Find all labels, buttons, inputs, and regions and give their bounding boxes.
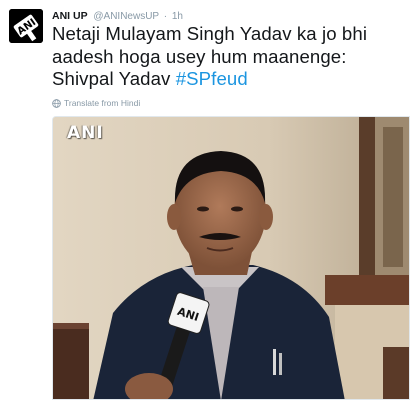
author-name[interactable]: ANI UP	[52, 10, 88, 22]
tweet-text-line: Shivpal Yadav #SPfeud	[52, 68, 402, 91]
ani-logo-icon: ANI	[9, 9, 43, 43]
media-watermark: ANI	[67, 123, 104, 143]
timestamp[interactable]: 1h	[172, 11, 183, 22]
tweet-media-image[interactable]: ANI ANI	[52, 116, 410, 400]
translate-label: Translate from Hindi	[64, 98, 141, 108]
tweet-text-line: Netaji Mulayam Singh Yadav ka jo bhi	[52, 23, 368, 44]
tweet-text-prefix: Shivpal Yadav	[52, 68, 176, 89]
translate-link[interactable]: Translate from Hindi	[52, 97, 140, 109]
author-handle[interactable]: @ANINewsUP	[93, 11, 159, 22]
separator: ·	[163, 11, 168, 22]
avatar[interactable]: ANI	[9, 9, 43, 43]
tweet-text-line: aadesh hoga usey hum maanenge:	[52, 45, 347, 67]
tweet-text: Netaji Mulayam Singh Yadav ka jo bhi aad…	[52, 23, 402, 91]
news-photo: ANI	[53, 117, 409, 399]
tweet: ANI ANI UP @ANINewsUP · 1h Netaji Mulaya…	[0, 0, 410, 400]
hashtag-link[interactable]: #SPfeud	[176, 68, 248, 89]
globe-icon	[52, 98, 61, 108]
tweet-header: ANI UP @ANINewsUP · 1h	[52, 8, 404, 24]
